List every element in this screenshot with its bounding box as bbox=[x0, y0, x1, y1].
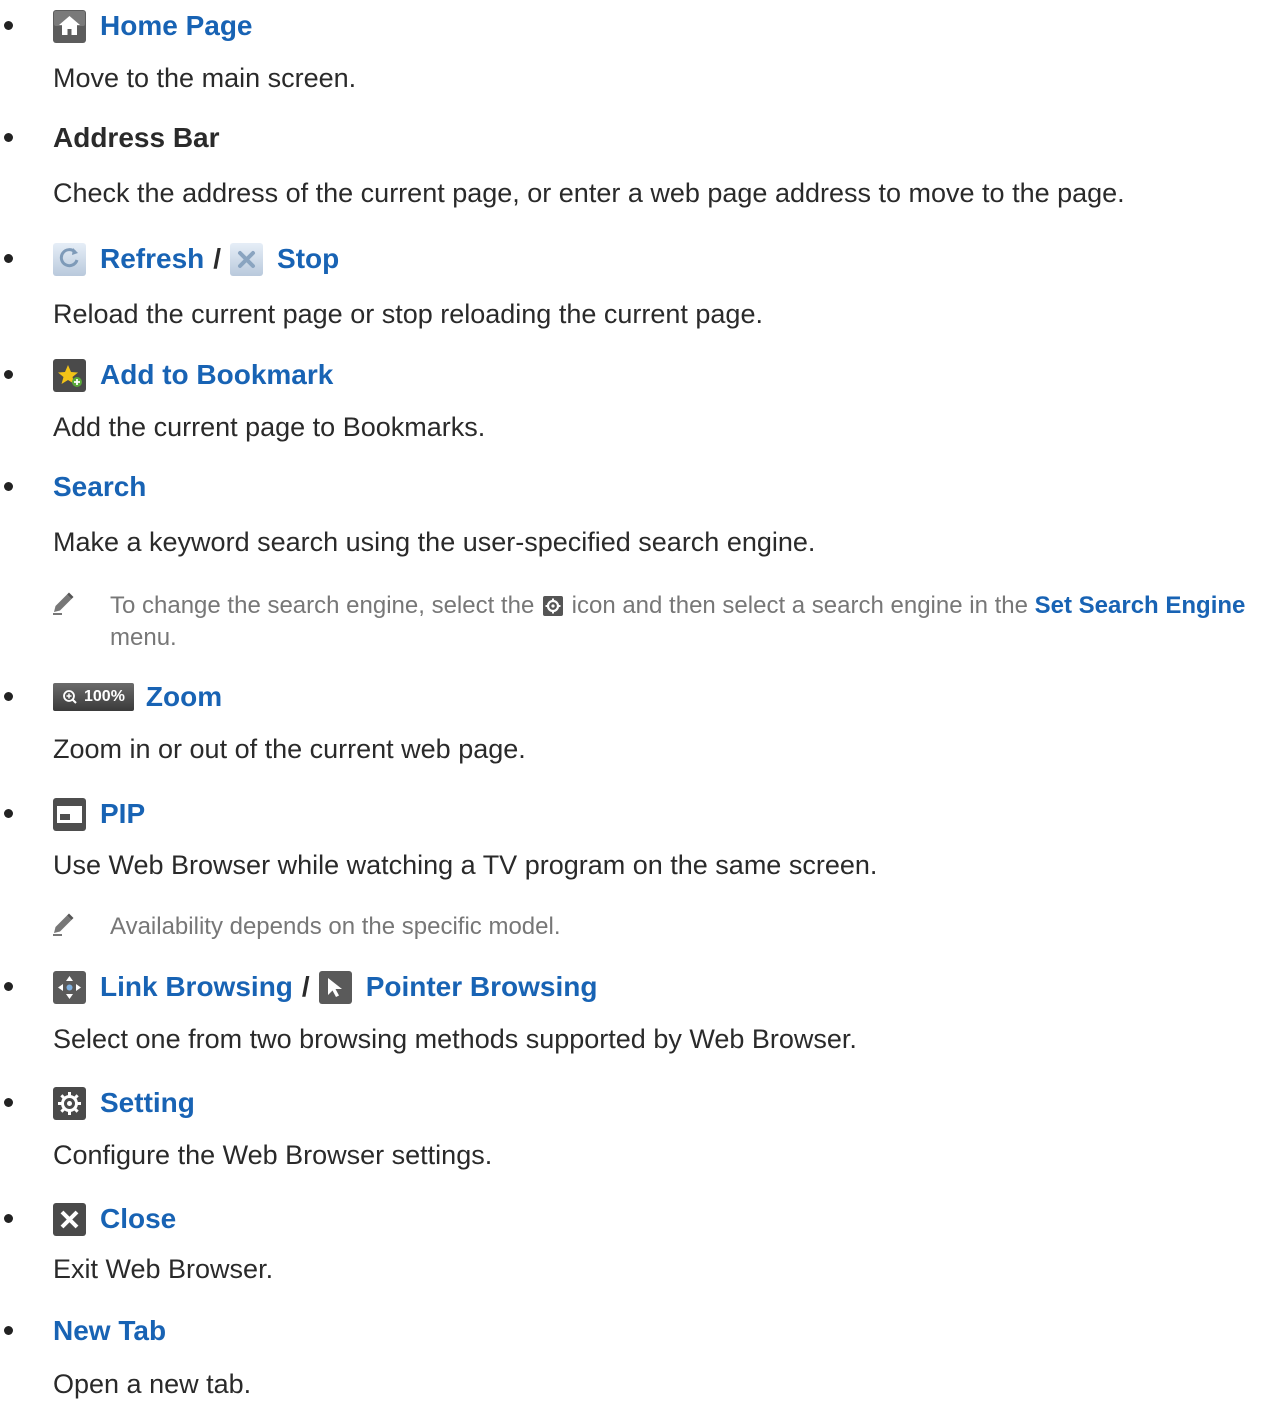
bullet bbox=[4, 482, 13, 491]
add-bookmark-icon bbox=[53, 358, 86, 392]
add-to-bookmark-label[interactable]: Add to Bookmark bbox=[100, 358, 333, 392]
refresh-label[interactable]: Refresh bbox=[100, 242, 204, 276]
pointer-browsing-label[interactable]: Pointer Browsing bbox=[366, 970, 598, 1004]
bullet bbox=[4, 21, 13, 30]
address-bar-label: Address Bar bbox=[53, 122, 220, 153]
zoom-level: 100% bbox=[84, 688, 125, 705]
refresh-stop-description: Reload the current page or stop reloadin… bbox=[53, 299, 763, 329]
home-page-description: Move to the main screen. bbox=[53, 63, 357, 93]
bullet bbox=[4, 982, 13, 991]
pip-note: Availability depends on the specific mod… bbox=[50, 911, 1278, 945]
link-browsing-icon bbox=[53, 970, 86, 1004]
stop-label[interactable]: Stop bbox=[277, 242, 339, 276]
bullet bbox=[4, 254, 13, 263]
bullet bbox=[4, 692, 13, 701]
gear-icon bbox=[542, 593, 563, 616]
zoom-label[interactable]: Zoom bbox=[146, 680, 222, 714]
pip-note-text: Availability depends on the specific mod… bbox=[110, 913, 561, 940]
address-bar-description: Check the address of the current page, o… bbox=[53, 178, 1125, 208]
add-bookmark-description: Add the current page to Bookmarks. bbox=[53, 412, 486, 442]
close-description: Exit Web Browser. bbox=[53, 1254, 274, 1284]
new-tab-label[interactable]: New Tab bbox=[53, 1314, 166, 1348]
close-label[interactable]: Close bbox=[100, 1202, 176, 1236]
zoom-badge: 100% bbox=[53, 683, 134, 711]
pointer-icon bbox=[318, 970, 352, 1004]
separator: / bbox=[301, 971, 310, 1002]
bullet bbox=[4, 370, 13, 379]
pip-description: Use Web Browser while watching a TV prog… bbox=[53, 850, 878, 880]
refresh-icon bbox=[53, 242, 86, 276]
home-icon bbox=[53, 9, 86, 43]
setting-icon bbox=[53, 1086, 86, 1120]
new-tab-description: Open a new tab. bbox=[53, 1369, 252, 1399]
link-browsing-label[interactable]: Link Browsing bbox=[100, 970, 293, 1004]
zoom-description: Zoom in or out of the current web page. bbox=[53, 734, 526, 764]
bullet bbox=[4, 133, 13, 142]
note-text-middle: icon and then select a search engine in … bbox=[571, 592, 1028, 619]
pip-icon bbox=[53, 797, 86, 831]
search-description: Make a keyword search using the user-spe… bbox=[53, 527, 816, 557]
pencil-icon bbox=[50, 911, 76, 937]
bullet bbox=[4, 1214, 13, 1223]
set-search-engine-link[interactable]: Set Search Engine bbox=[1035, 592, 1246, 619]
stop-icon bbox=[230, 242, 264, 276]
pencil-icon bbox=[50, 590, 76, 616]
separator: / bbox=[213, 243, 222, 274]
note-text-after: menu. bbox=[110, 624, 177, 651]
search-label[interactable]: Search bbox=[53, 470, 146, 504]
zoom-icon bbox=[63, 690, 77, 704]
note-text-before: To change the search engine, select the bbox=[110, 592, 535, 619]
pip-label[interactable]: PIP bbox=[100, 797, 145, 831]
bullet bbox=[4, 1326, 13, 1335]
setting-description: Configure the Web Browser settings. bbox=[53, 1140, 493, 1170]
home-page-label[interactable]: Home Page bbox=[100, 9, 253, 43]
search-note: To change the search engine, select the … bbox=[50, 590, 1278, 656]
browsing-mode-description: Select one from two browsing methods sup… bbox=[53, 1024, 857, 1054]
setting-label[interactable]: Setting bbox=[100, 1086, 195, 1120]
close-icon bbox=[53, 1202, 86, 1236]
bullet bbox=[4, 809, 13, 818]
bullet bbox=[4, 1098, 13, 1107]
